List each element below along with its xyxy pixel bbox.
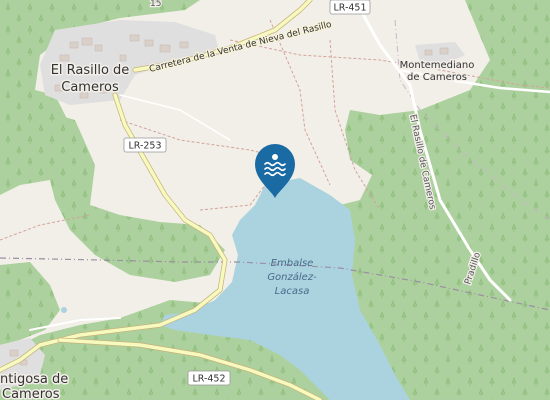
water-label-3: Lacasa xyxy=(275,286,310,297)
shield-label-lr451: LR-451 xyxy=(333,3,366,14)
place-label-sw-1: ntigosa de xyxy=(0,372,68,387)
place-label-el-rasillo-2: Cameros xyxy=(61,80,119,95)
place-label-el-rasillo-1: El Rasillo de xyxy=(51,63,130,78)
place-label-montemediano-2: de Cameros xyxy=(407,72,467,83)
water-label-2: González- xyxy=(267,271,317,283)
pond xyxy=(61,307,67,313)
road-shield-lr451: LR-451 xyxy=(329,0,371,15)
place-label-sw-2: Cameros xyxy=(2,387,60,400)
shield-label-lr253: LR-253 xyxy=(128,141,161,152)
place-label-montemediano-1: Montemediano xyxy=(400,60,475,71)
road-shield-lr253: LR-253 xyxy=(123,137,167,153)
place-label-top-marker: 15 xyxy=(150,0,161,9)
map-canvas[interactable]: Carretera de la Venta de Nieva del Rasil… xyxy=(0,0,550,400)
road-shield-lr452: LR-452 xyxy=(187,370,231,386)
shield-label-lr452: LR-452 xyxy=(192,374,225,385)
map-view[interactable]: Carretera de la Venta de Nieva del Rasil… xyxy=(0,0,550,400)
water-label-1: Embalse xyxy=(271,258,314,269)
